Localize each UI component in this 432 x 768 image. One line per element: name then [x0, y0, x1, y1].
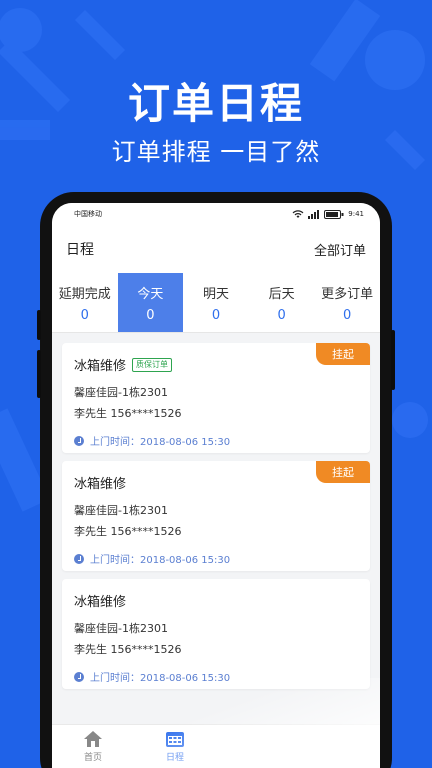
order-address: 馨座佳园-1栋2301: [74, 386, 168, 399]
status-bar: 中国移动 9:41: [52, 203, 380, 225]
calendar-icon: [166, 732, 184, 747]
battery-icon: [324, 209, 344, 219]
tab-today[interactable]: 今天 0: [117, 273, 184, 332]
schedule-tabs: 延期完成 0 今天 0 明天 0 后天 0 更多订单 0: [52, 273, 380, 333]
tab-count: 0: [146, 307, 155, 323]
tab-count: 0: [80, 307, 89, 323]
order-address: 馨座佳园-1栋2301: [74, 622, 168, 635]
tab-delayed[interactable]: 延期完成 0: [52, 273, 118, 332]
signal-icon: [308, 209, 320, 219]
tab-label: 更多订单: [321, 286, 374, 302]
order-card[interactable]: 挂起 冰箱维修 质保订单 馨座佳园-1栋2301 李先生 156****1526…: [62, 343, 370, 453]
order-contact: 李先生 156****1526: [74, 525, 182, 538]
promo-subtitle: 订单排程 一目了然: [111, 138, 321, 166]
bottom-tabbar: 首页 日程: [52, 724, 380, 768]
tab-tomorrow[interactable]: 明天 0: [183, 273, 249, 332]
page-header: 日程 全部订单: [52, 225, 380, 273]
tab-label: 明天: [202, 286, 229, 302]
tab-count: 0: [211, 307, 221, 323]
status-time: 9:41: [348, 210, 364, 218]
phone-side-button: [37, 310, 41, 340]
visit-time: 上门时间：2018-08-06 15:30: [90, 555, 231, 566]
tabbar-home[interactable]: 首页: [52, 725, 134, 768]
home-icon: [84, 731, 102, 747]
tab-label: 后天: [268, 286, 295, 302]
order-card[interactable]: 挂起 冰箱维修 馨座佳园-1栋2301 李先生 156****1526 上门时间…: [62, 461, 370, 571]
order-title: 冰箱维修: [74, 477, 127, 492]
tab-day-after[interactable]: 后天 0: [249, 273, 315, 332]
app-screen: 中国移动 9:41 日程 全部订单 延期完成 0 今天 0 明天 0 后天 0 …: [52, 203, 380, 768]
tabbar-label: 首页: [83, 753, 102, 763]
all-orders-link[interactable]: 全部订单: [314, 240, 366, 259]
tabbar-label: 日程: [165, 753, 184, 763]
phone-side-button: [37, 350, 41, 398]
tab-label: 今天: [137, 286, 164, 302]
warranty-tag: 质保订单: [132, 357, 173, 372]
page-title: 日程: [66, 242, 94, 258]
order-title: 冰箱维修: [74, 595, 127, 610]
tab-count: 0: [343, 307, 352, 323]
clock-icon: [74, 435, 84, 446]
tab-label: 延期完成: [58, 286, 111, 302]
order-title: 冰箱维修: [74, 359, 127, 374]
visit-time: 上门时间：2018-08-06 15:30: [90, 673, 231, 684]
suspend-badge[interactable]: 挂起: [316, 343, 370, 365]
carrier-label: 中国移动: [74, 210, 102, 218]
order-contact: 李先生 156****1526: [74, 407, 182, 420]
clock-icon: [74, 671, 84, 682]
phone-side-button: [391, 330, 395, 390]
order-card[interactable]: 冰箱维修 馨座佳园-1栋2301 李先生 156****1526 上门时间：20…: [62, 579, 370, 689]
tabbar-schedule[interactable]: 日程: [134, 725, 216, 768]
promo-title: 订单日程: [127, 79, 304, 128]
tab-count: 0: [277, 307, 286, 323]
order-list: 挂起 冰箱维修 质保订单 馨座佳园-1栋2301 李先生 156****1526…: [52, 333, 380, 689]
order-address: 馨座佳园-1栋2301: [74, 504, 168, 517]
tab-more-orders[interactable]: 更多订单 0: [314, 273, 380, 332]
wifi-icon: [292, 209, 304, 218]
order-contact: 李先生 156****1526: [74, 643, 182, 656]
visit-time: 上门时间：2018-08-06 15:30: [90, 437, 231, 448]
suspend-badge[interactable]: 挂起: [316, 461, 370, 483]
clock-icon: [74, 553, 84, 564]
